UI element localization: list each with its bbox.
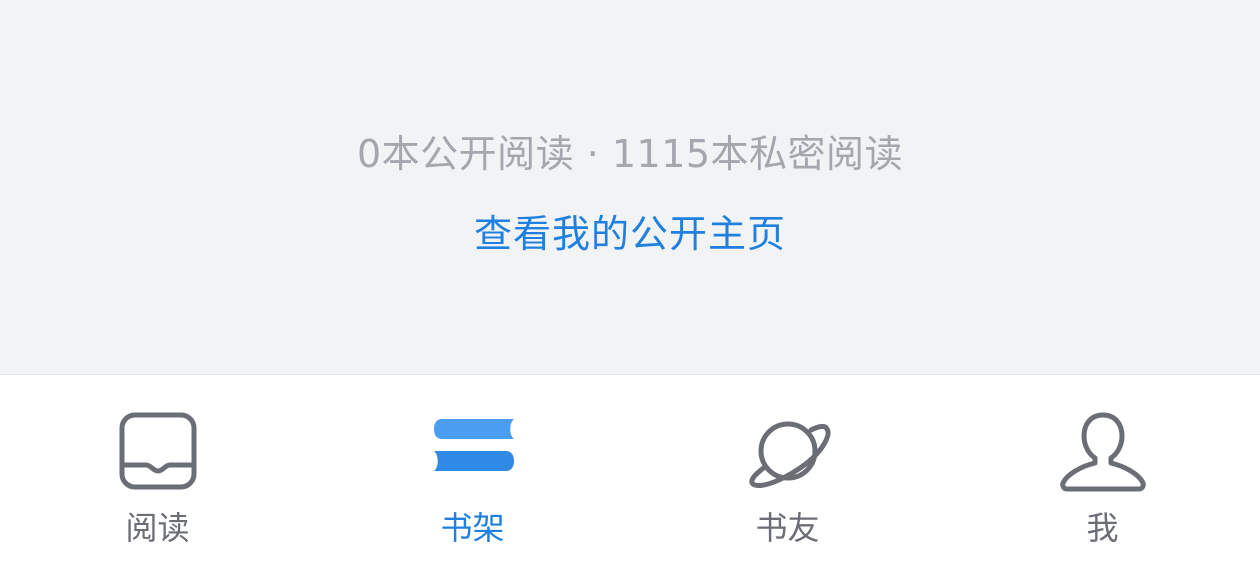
shelf-summary-area: 0本公开阅读 · 1115本私密阅读 查看我的公开主页 (0, 0, 1260, 374)
bottom-tab-bar: 阅读 书架 书友 我 (0, 375, 1260, 570)
planet-icon (743, 409, 833, 493)
tab-me-label: 我 (1086, 509, 1119, 547)
tab-reading-label: 阅读 (125, 509, 190, 547)
tab-reading[interactable]: 阅读 (0, 375, 315, 570)
tab-me[interactable]: 我 (945, 375, 1260, 570)
tab-book-friends[interactable]: 书友 (630, 375, 945, 570)
view-public-profile-link[interactable]: 查看我的公开主页 (0, 206, 1260, 262)
tab-bookshelf-label: 书架 (440, 509, 505, 547)
book-icon (113, 409, 203, 493)
tab-book-friends-label: 书友 (755, 509, 820, 547)
person-icon (1058, 409, 1148, 493)
tab-bookshelf[interactable]: 书架 (315, 375, 630, 570)
reading-stats-text: 0本公开阅读 · 1115本私密阅读 (356, 132, 904, 176)
bookshelf-icon (428, 409, 518, 493)
